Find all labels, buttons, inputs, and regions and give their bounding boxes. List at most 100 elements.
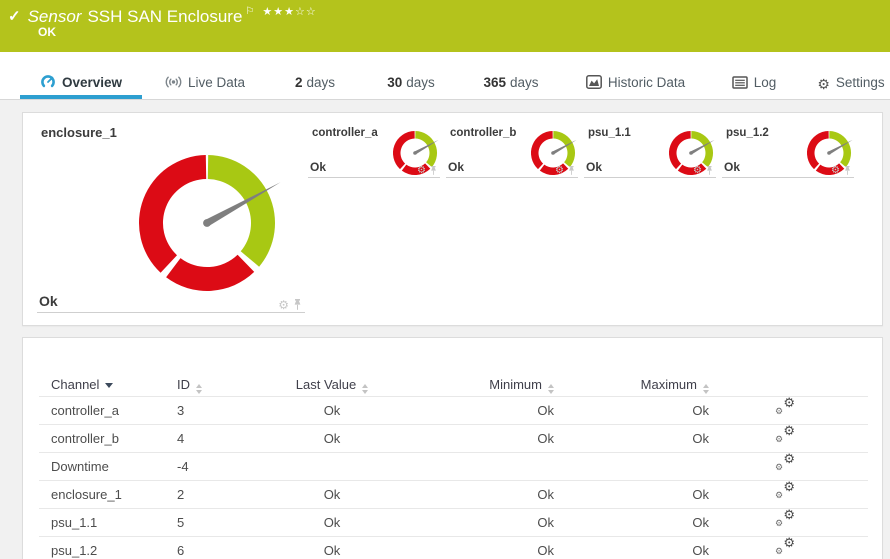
- prtg-sensor-page: ✓ Sensor SSH SAN Enclosure ⚐ ★★★☆☆ OK Ov…: [0, 0, 890, 559]
- gauge-card-controller-a[interactable]: controller_a Ok ⚙: [306, 119, 440, 178]
- table-row[interactable]: controller_b 4 Ok Ok Ok ⚙ ⚙: [39, 423, 868, 453]
- cell-maximum: Ok: [692, 515, 709, 530]
- stars-filled: ★★★: [262, 6, 295, 18]
- edit-channel-gears-icon[interactable]: ⚙ ⚙: [709, 395, 861, 424]
- column-header-last-value[interactable]: Last Value: [237, 371, 427, 398]
- ok-check-icon: ✓: [8, 8, 21, 25]
- edit-channel-gears-icon[interactable]: ⚙ ⚙: [709, 479, 861, 508]
- gauge-footer: Ok ⚙: [37, 289, 305, 313]
- tab-30-days-unit: days: [406, 75, 435, 90]
- edit-channel-gears-icon[interactable]: ⚙ ⚙: [709, 535, 861, 559]
- edit-channel-gears-icon[interactable]: ⚙ ⚙: [709, 451, 861, 480]
- tab-365-days[interactable]: 365 days: [468, 70, 554, 96]
- sensor-status-badge: OK: [38, 25, 56, 39]
- gauge-status-label: Ok: [310, 160, 327, 174]
- cell-channel[interactable]: controller_a: [51, 397, 177, 424]
- tab-settings[interactable]: ⚙ Settings: [815, 70, 887, 96]
- gauge-icon: [41, 75, 55, 88]
- gauge-status-label: Ok: [724, 160, 741, 174]
- column-header-channel[interactable]: Channel: [51, 371, 177, 398]
- cell-id: -4: [177, 459, 189, 474]
- table-row[interactable]: enclosure_1 2 Ok Ok Ok ⚙ ⚙: [39, 479, 868, 509]
- tab-overview-label: Overview: [61, 75, 123, 90]
- cell-channel[interactable]: Downtime: [51, 453, 177, 480]
- cell-id: 3: [177, 403, 185, 418]
- cell-minimum: Ok: [537, 431, 554, 446]
- edit-channel-gears-icon[interactable]: ⚙ ⚙: [709, 507, 861, 536]
- pin-icon[interactable]: [292, 298, 303, 311]
- sensor-tabbar: Overview Live Data 2 days 30 days 365 days …: [0, 52, 890, 100]
- cell-maximum: Ok: [692, 403, 709, 418]
- tab-live-data[interactable]: Live Data: [155, 70, 255, 96]
- sensor-name: SSH SAN Enclosure: [87, 7, 243, 26]
- cell-last-value: Ok: [323, 403, 341, 418]
- gauge-card-psu-1-2[interactable]: psu_1.2 Ok ⚙: [720, 119, 854, 178]
- cell-maximum: Ok: [692, 431, 709, 446]
- edit-channel-gears-icon[interactable]: ⚙ ⚙: [709, 423, 861, 452]
- flag-icon[interactable]: ⚐: [245, 7, 254, 17]
- channels-table: Channel ID Last Value Minimum Maximum co…: [39, 371, 868, 559]
- settings-gear-icon: ⚙: [817, 76, 830, 92]
- gauge-gear-icon[interactable]: ⚙: [278, 299, 289, 311]
- sort-desc-icon: [105, 383, 114, 388]
- pin-icon[interactable]: [705, 165, 714, 176]
- tab-live-data-label: Live Data: [187, 75, 246, 90]
- gauge-gear-icon[interactable]: ⚙: [417, 166, 426, 176]
- table-row[interactable]: controller_a 3 Ok Ok Ok ⚙ ⚙: [39, 395, 868, 425]
- cell-channel[interactable]: psu_1.2: [51, 537, 177, 559]
- cell-minimum: Ok: [537, 403, 554, 418]
- table-body: controller_a 3 Ok Ok Ok ⚙ ⚙ controller_b 4 Ok Ok Ok…: [39, 395, 868, 559]
- gauge-title: psu_1.1: [588, 127, 631, 139]
- active-tab-underline: [20, 95, 142, 99]
- column-header-id[interactable]: ID: [177, 371, 237, 398]
- gauge-gear-icon[interactable]: ⚙: [693, 166, 702, 176]
- table-row[interactable]: psu_1.2 6 Ok Ok Ok ⚙ ⚙: [39, 535, 868, 559]
- tab-365-days-number: 365: [483, 75, 506, 90]
- pin-icon[interactable]: [567, 165, 576, 176]
- gauge-gear-icon[interactable]: ⚙: [831, 166, 840, 176]
- cell-last-value: Ok: [323, 487, 341, 502]
- tab-365-days-unit: days: [510, 75, 539, 90]
- tab-historic-data[interactable]: Historic Data: [578, 70, 693, 96]
- cell-last-value: Ok: [323, 543, 341, 558]
- tab-2-days-unit: days: [306, 75, 336, 90]
- tab-settings-label: Settings: [835, 75, 885, 90]
- cell-minimum: Ok: [537, 487, 554, 502]
- channels-table-panel: Channel ID Last Value Minimum Maximum co…: [22, 337, 883, 559]
- column-header-maximum[interactable]: Maximum: [554, 371, 709, 398]
- gauge-card-enclosure-1[interactable]: enclosure_1 Ok ⚙: [31, 119, 309, 315]
- cell-channel[interactable]: enclosure_1: [51, 481, 177, 508]
- cell-channel[interactable]: controller_b: [51, 425, 177, 452]
- tab-2-days-number: 2: [294, 75, 303, 90]
- pin-icon[interactable]: [429, 165, 438, 176]
- tab-log[interactable]: Log: [723, 70, 785, 96]
- column-header-minimum[interactable]: Minimum: [431, 371, 554, 398]
- cell-minimum: Ok: [537, 543, 554, 558]
- tab-overview[interactable]: Overview: [20, 70, 142, 96]
- gauge-status-label: Ok: [448, 160, 465, 174]
- priority-stars[interactable]: ★★★☆☆: [262, 7, 316, 18]
- cell-maximum: Ok: [692, 487, 709, 502]
- historic-chart-icon: [585, 75, 602, 89]
- status-gauge: [119, 143, 299, 300]
- cell-id: 5: [177, 515, 185, 530]
- gauge-gear-icon[interactable]: ⚙: [555, 166, 564, 176]
- gauge-title: psu_1.2: [726, 127, 769, 139]
- live-data-icon: [165, 76, 182, 88]
- gauge-card-controller-b[interactable]: controller_b Ok ⚙: [444, 119, 578, 178]
- stars-empty: ☆☆: [294, 6, 317, 18]
- tab-30-days[interactable]: 30 days: [373, 70, 449, 96]
- tab-2-days[interactable]: 2 days: [280, 70, 350, 96]
- cell-last-value: Ok: [323, 515, 341, 530]
- cell-minimum: Ok: [537, 515, 554, 530]
- gauge-card-psu-1-1[interactable]: psu_1.1 Ok ⚙: [582, 119, 716, 178]
- cell-id: 2: [177, 487, 185, 502]
- tab-log-label: Log: [753, 75, 777, 90]
- gauge-title: enclosure_1: [41, 125, 117, 140]
- tab-30-days-number: 30: [387, 75, 403, 90]
- sort-icon: [362, 384, 369, 394]
- cell-channel[interactable]: psu_1.1: [51, 509, 177, 536]
- table-row[interactable]: Downtime -4 ⚙ ⚙: [39, 451, 868, 481]
- table-row[interactable]: psu_1.1 5 Ok Ok Ok ⚙ ⚙: [39, 507, 868, 537]
- pin-icon[interactable]: [843, 165, 852, 176]
